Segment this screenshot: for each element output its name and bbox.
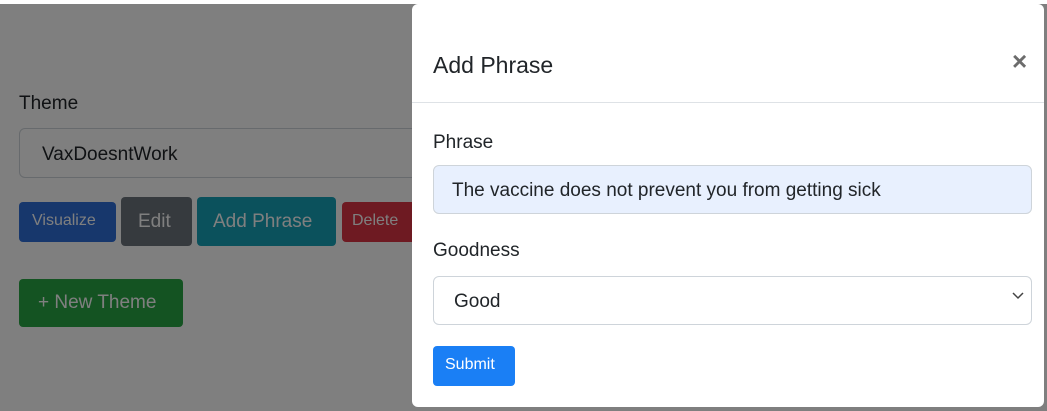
goodness-select-value: Good	[454, 291, 501, 312]
phrase-label: Phrase	[433, 132, 494, 153]
modal-title: Add Phrase	[433, 52, 554, 78]
add-phrase-modal: Add Phrase × Phrase The vaccine does not…	[412, 4, 1044, 407]
goodness-select[interactable]: Good	[433, 276, 1032, 325]
goodness-label: Goodness	[433, 240, 520, 261]
modal-header: Add Phrase ×	[412, 4, 1044, 103]
phrase-input[interactable]: The vaccine does not prevent you from ge…	[433, 165, 1032, 214]
submit-button[interactable]: Submit	[433, 346, 515, 386]
chevron-down-icon	[1012, 292, 1024, 300]
close-icon[interactable]: ×	[1012, 48, 1027, 74]
